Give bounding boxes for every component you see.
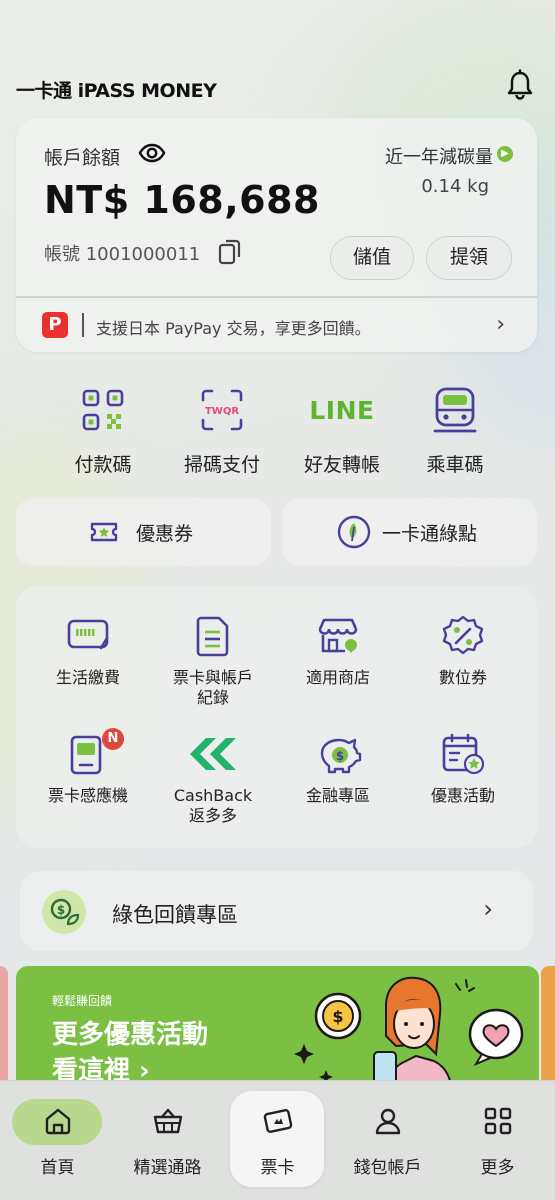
eye-icon[interactable]: [138, 142, 166, 164]
top-bar: 一卡通 iPASS MONEY: [0, 60, 555, 116]
carbon-arrow-icon[interactable]: ▶: [497, 146, 513, 162]
quick-action-label: 好友轉帳: [303, 454, 380, 476]
cashback-icon: [190, 738, 236, 770]
deposit-button[interactable]: 儲值: [330, 236, 414, 280]
card-icon: [263, 1109, 292, 1133]
coupon-ticket-icon: [90, 522, 118, 542]
paypay-icon: P: [42, 312, 68, 338]
twqr-scan-icon: TWQR: [201, 389, 243, 431]
leaf-icon: [337, 515, 371, 549]
nav-label: 首頁: [40, 1158, 75, 1178]
quick-action-scan-pay[interactable]: TWQR 掃碼支付: [162, 384, 282, 477]
nav-label: 更多: [480, 1158, 515, 1178]
nav-wallet-account[interactable]: 錢包帳戶: [332, 1081, 443, 1200]
svg-text:TWQR: TWQR: [205, 406, 239, 417]
service-label: 金融專區: [305, 786, 370, 805]
grid-icon: [484, 1107, 511, 1135]
chevron-right-icon: ›: [483, 895, 493, 923]
card-divider: [16, 296, 537, 298]
withdraw-button[interactable]: 提領: [426, 236, 512, 280]
nav-label: 票卡: [260, 1158, 295, 1178]
line-icon: LINE: [309, 395, 375, 425]
digital-coupon-icon: [442, 615, 484, 655]
account-card: 帳戶餘額 近一年減碳量 ▶ 0.14 kg NT$ 168,688 帳號 100…: [16, 118, 537, 352]
notification-bell-icon[interactable]: [503, 68, 537, 102]
calendar-star-icon: [442, 733, 485, 775]
service-label-line: 返多多: [188, 806, 237, 825]
service-label: 適用商店: [305, 668, 370, 687]
banner-illustration: $: [294, 976, 524, 1096]
green-points-label: 一卡通綠點: [382, 523, 478, 545]
service-label: 優惠活動: [430, 786, 495, 805]
quick-action-transit-code[interactable]: 乘車碼: [395, 384, 515, 477]
nav-more[interactable]: 更多: [442, 1081, 553, 1200]
svg-text:$: $: [336, 749, 344, 763]
banner-next-peek[interactable]: [541, 966, 555, 1086]
quick-action-label: 掃碼支付: [183, 454, 260, 476]
svg-text:$: $: [57, 903, 65, 917]
banner-small-text: 輕鬆賺回饋: [52, 994, 113, 1008]
services-grid: 生活繳費 票卡與帳戶 紀錄 適用商店 數位券 N 票卡感應機 CashBack …: [16, 586, 537, 848]
document-icon: [196, 616, 229, 657]
green-points-button[interactable]: 一卡通綠點: [282, 498, 537, 566]
user-icon: [375, 1108, 400, 1135]
carbon-reduction-value: 0.14 kg: [421, 176, 489, 197]
service-card-reader[interactable]: N 票卡感應機: [28, 728, 148, 806]
service-card-account-records[interactable]: 票卡與帳戶 紀錄: [153, 612, 273, 708]
service-label-line: 票卡與帳戶: [172, 668, 253, 687]
train-icon: [433, 387, 477, 433]
quick-action-line-transfer[interactable]: LINE 好友轉帳: [282, 384, 402, 477]
quick-action-label: 付款碼: [74, 454, 132, 476]
service-bill-payment[interactable]: 生活繳費: [28, 612, 148, 688]
service-label: 生活繳費: [55, 668, 120, 687]
service-finance-zone[interactable]: $ 金融專區: [278, 730, 398, 806]
piggy-bank-icon: $: [320, 738, 362, 774]
banner-headline-1: 更多優惠活動: [52, 1020, 209, 1050]
divider: [82, 313, 84, 337]
copy-icon[interactable]: [218, 238, 242, 266]
coupon-button[interactable]: 優惠券: [16, 498, 271, 566]
green-feedback-icon: $: [42, 890, 86, 934]
service-cashback[interactable]: CashBack 返多多: [153, 730, 273, 826]
service-label-line: CashBack: [173, 786, 253, 805]
svg-text:$: $: [332, 1007, 343, 1026]
balance-amount: NT$ 168,688: [44, 178, 320, 222]
quick-action-payment-code[interactable]: 付款碼: [43, 384, 163, 477]
service-applicable-stores[interactable]: 適用商店: [278, 612, 398, 688]
green-feedback-zone-button[interactable]: $ 綠色回饋專區 ›: [20, 871, 533, 951]
bill-icon: [67, 619, 109, 650]
promo-banner[interactable]: 輕鬆賺回饋 更多優惠活動 看這裡 › $: [16, 966, 539, 1096]
carbon-reduction-label[interactable]: 近一年減碳量: [385, 143, 493, 169]
quick-action-label: 乘車碼: [426, 454, 484, 476]
store-icon: [318, 618, 358, 653]
nav-label: 精選通路: [133, 1158, 202, 1178]
service-promotions[interactable]: 優惠活動: [403, 730, 523, 806]
account-number: 帳號 1001000011: [44, 244, 201, 265]
new-badge: N: [102, 728, 124, 750]
paypay-promo-text[interactable]: 支援日本 PayPay 交易，享更多回饋。: [96, 315, 371, 339]
coupon-label: 優惠券: [136, 523, 194, 545]
banner-prev-peek[interactable]: [0, 966, 8, 1086]
balance-label: 帳戶餘額: [44, 147, 121, 169]
service-digital-coupon[interactable]: 數位券: [403, 612, 523, 688]
nav-card[interactable]: 票卡: [222, 1081, 333, 1200]
service-label-line: 紀錄: [196, 688, 229, 707]
nav-label: 錢包帳戶: [353, 1158, 422, 1178]
service-label: 數位券: [438, 668, 487, 687]
basket-icon: [153, 1108, 182, 1134]
nav-home[interactable]: 首頁: [2, 1081, 113, 1200]
service-label: 票卡感應機: [47, 786, 128, 805]
green-feedback-label: 綠色回饋專區: [112, 903, 238, 927]
chevron-right-icon[interactable]: ›: [496, 312, 505, 337]
bottom-nav: 首頁 精選通路 票卡 錢包帳戶 更多: [0, 1080, 555, 1200]
app-logo: 一卡通 iPASS MONEY: [16, 80, 217, 102]
nav-featured-channels[interactable]: 精選通路: [112, 1081, 223, 1200]
home-icon: [45, 1108, 70, 1135]
qr-code-icon: [82, 389, 124, 431]
